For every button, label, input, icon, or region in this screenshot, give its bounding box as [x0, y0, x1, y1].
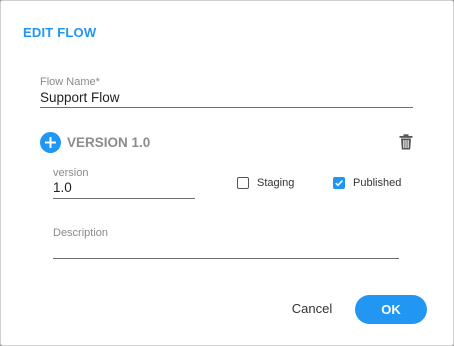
description-label: Description: [53, 227, 109, 239]
description-underline: [53, 258, 399, 259]
edit-flow-dialog: EDIT FLOW Flow Name* Support Flow VERSIO…: [0, 0, 454, 346]
staging-checkbox-box[interactable]: [237, 177, 249, 189]
staging-label: Staging: [257, 177, 295, 189]
flow-name-input[interactable]: Support Flow: [40, 90, 120, 105]
delete-version-button[interactable]: [399, 134, 413, 150]
version-title: VERSION 1.0: [67, 135, 151, 150]
staging-checkbox[interactable]: Staging: [237, 175, 294, 191]
plus-icon: [45, 137, 56, 148]
add-version-button[interactable]: [40, 132, 61, 153]
flow-name-underline: [40, 107, 413, 108]
ok-button[interactable]: OK: [355, 295, 427, 324]
published-checkbox-box[interactable]: [333, 177, 345, 189]
version-underline: [53, 198, 195, 199]
cancel-button[interactable]: Cancel: [281, 297, 343, 321]
version-label: version: [53, 167, 89, 179]
checkmark-icon: [335, 180, 343, 187]
version-input[interactable]: 1.0: [53, 180, 72, 195]
flow-name-label: Flow Name*: [40, 76, 100, 88]
published-checkbox[interactable]: Published: [333, 175, 401, 191]
dialog-title: EDIT FLOW: [23, 25, 97, 40]
trash-icon: [399, 134, 413, 150]
published-label: Published: [353, 177, 402, 189]
